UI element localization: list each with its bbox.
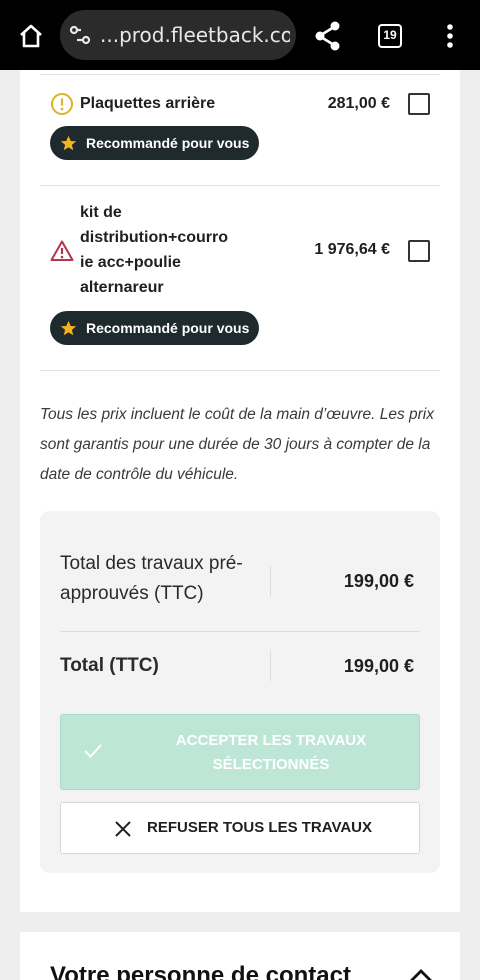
label-line: Total des travaux pré- xyxy=(60,553,243,574)
badge-label: Recommandé pour vous xyxy=(86,320,250,336)
item-price: 1 976,64 € xyxy=(314,241,390,258)
site-settings-icon[interactable] xyxy=(68,24,92,46)
more-vert-icon[interactable] xyxy=(438,22,462,50)
item-price: 281,00 € xyxy=(327,95,390,112)
star-icon xyxy=(60,135,77,150)
totals-summary: Total des travaux pré- approuvés (TTC) 1… xyxy=(40,511,440,873)
total-label: Total (TTC) xyxy=(60,655,159,676)
address-bar[interactable]: ...prod.fleetback.com xyxy=(60,10,296,60)
accept-works-button[interactable]: ACCEPTER LES TRAVAUX SÉLECTIONNÉS xyxy=(60,714,420,790)
divider xyxy=(40,185,440,186)
star-icon xyxy=(60,320,77,335)
item-name-line: ie acc+poulie xyxy=(80,254,181,271)
badge-label: Recommandé pour vous xyxy=(86,135,250,151)
accept-button-label: ACCEPTER LES TRAVAUX SÉLECTIONNÉS xyxy=(141,729,401,777)
item-checkbox[interactable] xyxy=(408,240,430,262)
label-line: approuvés (TTC) xyxy=(60,583,204,604)
contact-card: Votre personne de contact xyxy=(20,932,460,980)
tab-switcher-icon[interactable]: 19 xyxy=(378,24,402,48)
refuse-button-label: REFUSER TOUS LES TRAVAUX xyxy=(147,819,373,836)
refuse-all-button[interactable]: REFUSER TOUS LES TRAVAUX xyxy=(60,802,420,854)
check-icon xyxy=(84,744,102,758)
preapproved-total-label: Total des travaux pré- approuvés (TTC) xyxy=(60,549,243,609)
item-checkbox[interactable] xyxy=(408,93,430,115)
browser-toolbar: ...prod.fleetback.com 19 xyxy=(0,0,480,70)
contact-title: Votre personne de contact xyxy=(50,962,351,980)
separator xyxy=(270,566,271,596)
recommended-badge: Recommandé pour vous xyxy=(50,311,260,345)
item-name: Plaquettes arrière xyxy=(80,95,216,112)
price-note: Tous les prix incluent le coût de la mai… xyxy=(40,406,435,483)
close-icon xyxy=(115,821,131,837)
quote-card: Plaquettes arrière 281,00 € Recommandé p… xyxy=(20,70,460,912)
total-value: 199,00 € xyxy=(343,656,414,676)
warning-icon xyxy=(50,92,74,116)
separator xyxy=(270,651,271,681)
label-line: SÉLECTIONNÉS xyxy=(212,756,330,773)
item-name-line: distribution+courro xyxy=(80,229,228,246)
recommended-badge: Recommandé pour vous xyxy=(50,126,260,160)
home-icon[interactable] xyxy=(14,20,48,52)
danger-icon xyxy=(50,239,74,263)
separator xyxy=(60,631,420,632)
label-line: ACCEPTER LES TRAVAUX xyxy=(175,732,367,749)
share-icon[interactable] xyxy=(312,20,344,52)
preapproved-total-value: 199,00 € xyxy=(343,571,414,591)
divider xyxy=(40,370,440,371)
chevron-up-icon[interactable] xyxy=(408,968,434,980)
url-text[interactable]: ...prod.fleetback.com xyxy=(100,23,290,47)
divider xyxy=(40,74,440,75)
item-name-line: alternareur xyxy=(80,279,164,296)
item-name: kit de distribution+courro ie acc+poulie… xyxy=(80,200,250,300)
item-name-line: kit de xyxy=(80,204,122,221)
